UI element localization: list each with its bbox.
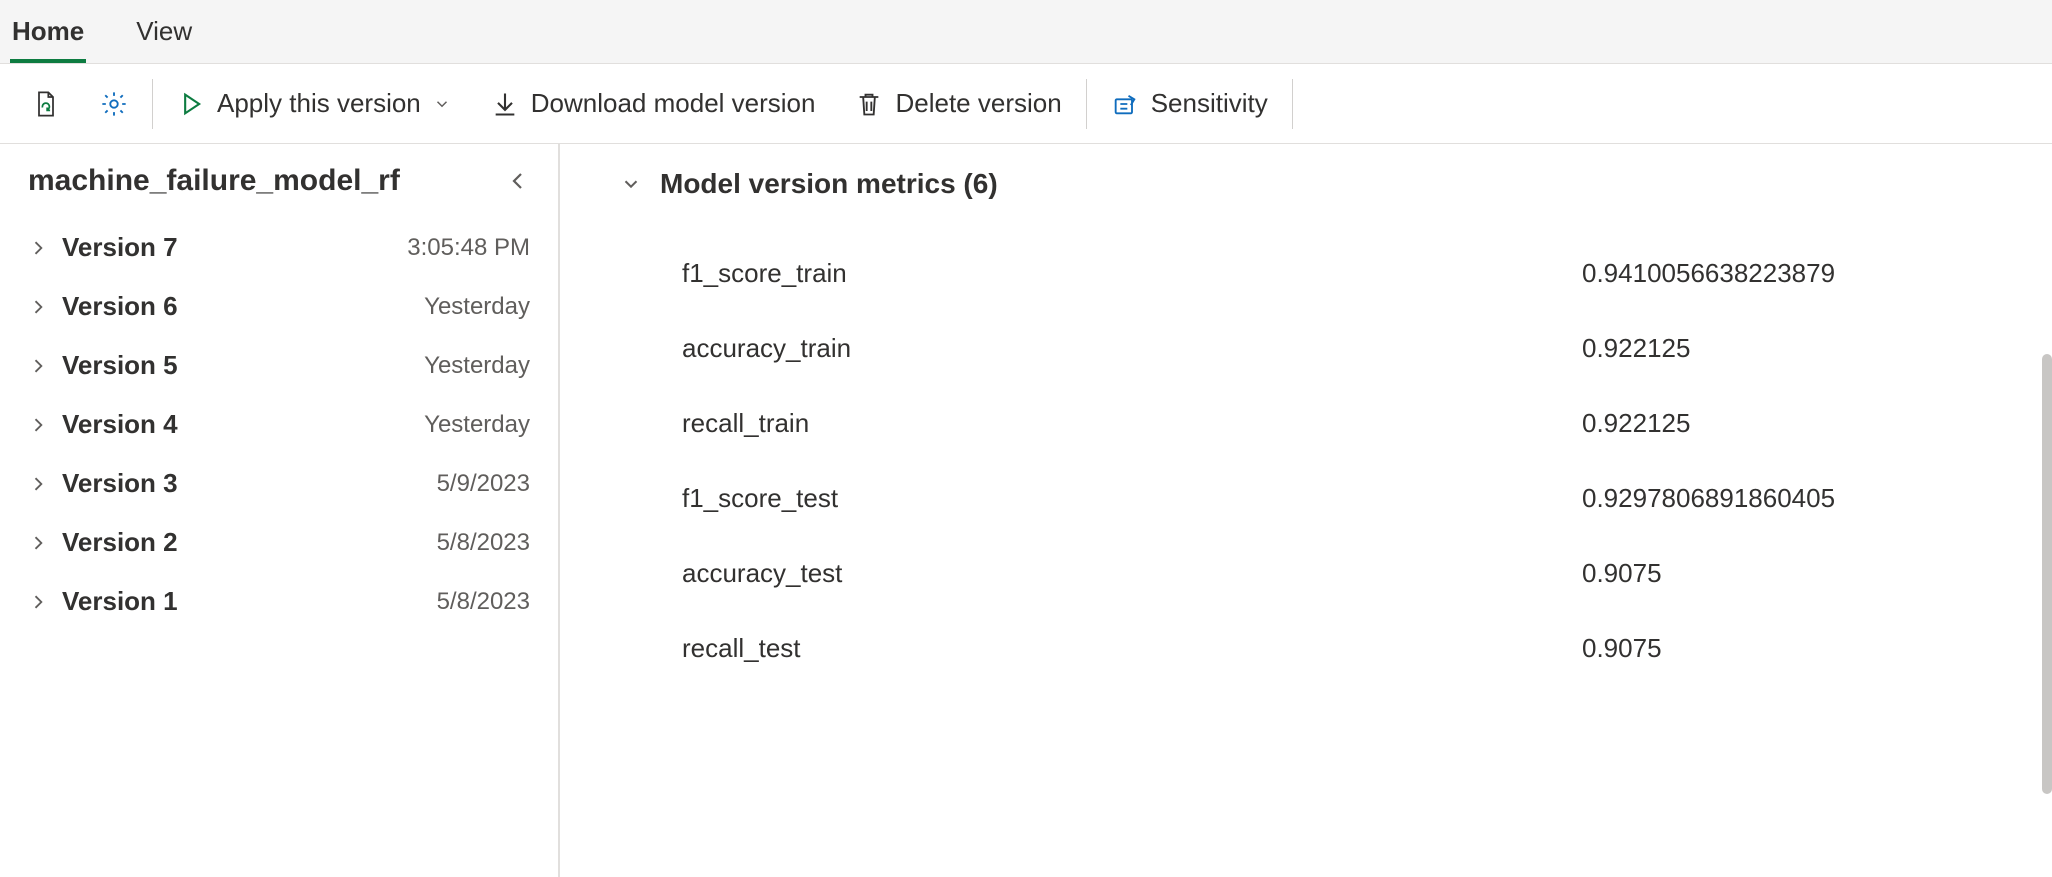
play-icon	[177, 90, 205, 118]
collapse-sidebar-icon[interactable]	[506, 169, 530, 193]
delete-version-button[interactable]: Delete version	[835, 64, 1081, 143]
metric-row: f1_score_test 0.9297806891860405	[620, 461, 1962, 536]
version-name: Version 3	[62, 468, 178, 499]
apply-version-label: Apply this version	[217, 88, 421, 119]
toolbar-divider	[1086, 79, 1087, 129]
metrics-section-header[interactable]: Model version metrics (6)	[620, 168, 1962, 200]
version-name: Version 1	[62, 586, 178, 617]
trash-icon	[855, 90, 883, 118]
sensitivity-label: Sensitivity	[1151, 88, 1268, 119]
metric-value: 0.9075	[1582, 633, 1962, 664]
chevron-right-icon	[28, 238, 48, 258]
download-icon	[491, 90, 519, 118]
tab-view[interactable]: View	[134, 6, 194, 63]
metric-name: f1_score_train	[682, 258, 1582, 289]
version-name: Version 6	[62, 291, 178, 322]
version-item[interactable]: Version 5 Yesterday	[0, 336, 558, 395]
version-left: Version 6	[28, 291, 178, 322]
version-date: 5/8/2023	[437, 588, 530, 616]
metric-row: recall_test 0.9075	[620, 611, 1962, 686]
chevron-right-icon	[28, 415, 48, 435]
details-pane: Model version metrics (6) f1_score_train…	[560, 144, 2052, 877]
chevron-right-icon	[28, 533, 48, 553]
metric-row: accuracy_test 0.9075	[620, 536, 1962, 611]
version-left: Version 7	[28, 232, 178, 263]
version-item[interactable]: Version 2 5/8/2023	[0, 513, 558, 572]
chevron-right-icon	[28, 474, 48, 494]
metric-value: 0.9075	[1582, 558, 1962, 589]
chevron-down-icon	[620, 173, 642, 195]
version-item[interactable]: Version 7 3:05:48 PM	[0, 218, 558, 277]
version-date: Yesterday	[424, 352, 530, 380]
version-left: Version 3	[28, 468, 178, 499]
ribbon-tabs: Home View	[0, 0, 2052, 64]
refresh-icon	[32, 90, 60, 118]
metric-name: recall_test	[682, 633, 1582, 664]
sidebar-header: machine_failure_model_rf	[0, 164, 558, 218]
toolbar-divider	[152, 79, 153, 129]
version-left: Version 2	[28, 527, 178, 558]
toolbar: Apply this version Download model versio…	[0, 64, 2052, 144]
metric-value: 0.9410056638223879	[1582, 258, 1962, 289]
metric-value: 0.922125	[1582, 333, 1962, 364]
chevron-right-icon	[28, 356, 48, 376]
metric-name: accuracy_train	[682, 333, 1582, 364]
settings-button[interactable]	[80, 64, 148, 143]
chevron-right-icon	[28, 592, 48, 612]
version-date: 3:05:48 PM	[407, 234, 530, 262]
version-name: Version 2	[62, 527, 178, 558]
version-date: Yesterday	[424, 411, 530, 439]
version-name: Version 7	[62, 232, 178, 263]
chevron-right-icon	[28, 297, 48, 317]
version-item[interactable]: Version 6 Yesterday	[0, 277, 558, 336]
refresh-button[interactable]	[12, 64, 80, 143]
model-name-title: machine_failure_model_rf	[28, 164, 400, 198]
version-date: 5/9/2023	[437, 470, 530, 498]
metric-name: accuracy_test	[682, 558, 1582, 589]
metric-row: f1_score_train 0.9410056638223879	[620, 236, 1962, 311]
version-date: 5/8/2023	[437, 529, 530, 557]
download-version-button[interactable]: Download model version	[471, 64, 836, 143]
tab-home[interactable]: Home	[10, 6, 86, 63]
gear-icon	[100, 90, 128, 118]
metric-row: accuracy_train 0.922125	[620, 311, 1962, 386]
version-date: Yesterday	[424, 293, 530, 321]
version-name: Version 5	[62, 350, 178, 381]
metrics-title: Model version metrics (6)	[660, 168, 998, 200]
main-content: machine_failure_model_rf Version 7 3:05:…	[0, 144, 2052, 877]
sensitivity-button[interactable]: Sensitivity	[1091, 64, 1288, 143]
scrollbar[interactable]	[2042, 354, 2052, 794]
version-left: Version 5	[28, 350, 178, 381]
version-sidebar: machine_failure_model_rf Version 7 3:05:…	[0, 144, 560, 877]
metric-name: f1_score_test	[682, 483, 1582, 514]
sensitivity-icon	[1111, 90, 1139, 118]
metric-name: recall_train	[682, 408, 1582, 439]
version-name: Version 4	[62, 409, 178, 440]
version-item[interactable]: Version 3 5/9/2023	[0, 454, 558, 513]
version-item[interactable]: Version 4 Yesterday	[0, 395, 558, 454]
metric-value: 0.922125	[1582, 408, 1962, 439]
metric-row: recall_train 0.922125	[620, 386, 1962, 461]
chevron-down-icon	[433, 95, 451, 113]
apply-version-button[interactable]: Apply this version	[157, 64, 471, 143]
toolbar-divider	[1292, 79, 1293, 129]
version-left: Version 1	[28, 586, 178, 617]
metric-value: 0.9297806891860405	[1582, 483, 1962, 514]
download-version-label: Download model version	[531, 88, 816, 119]
version-left: Version 4	[28, 409, 178, 440]
delete-version-label: Delete version	[895, 88, 1061, 119]
version-item[interactable]: Version 1 5/8/2023	[0, 572, 558, 631]
